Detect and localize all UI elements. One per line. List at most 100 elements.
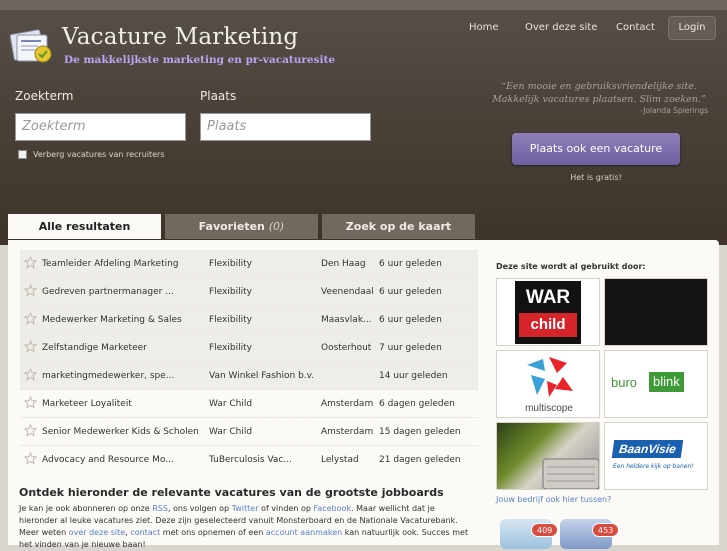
- client-logo-warchild[interactable]: WAR child: [496, 278, 600, 346]
- job-city: Den Haag: [321, 259, 366, 269]
- job-company: TuBerculosis Vac...: [209, 455, 292, 465]
- job-row[interactable]: Zelfstandige Marketeer Flexibility Ooste…: [20, 334, 478, 361]
- warchild-logo-word: WAR: [525, 287, 571, 308]
- favorites-count: (0): [268, 220, 285, 233]
- job-row[interactable]: marketingmedewerker, spe... Van Winkel F…: [20, 362, 478, 389]
- section-heading: Ontdek hieronder de relevante vacatures …: [19, 486, 444, 499]
- job-company: Flexibility: [209, 315, 252, 325]
- job-company: Flexibility: [209, 287, 252, 297]
- star-icon[interactable]: [24, 368, 37, 381]
- job-title[interactable]: Marketeer Loyaliteit: [42, 399, 132, 409]
- job-date: 6 uur geleden: [379, 259, 442, 269]
- job-city: Maasvlak...: [321, 315, 372, 325]
- job-company: Van Winkel Fashion b.v.: [209, 371, 315, 381]
- zoekterm-label: Zoekterm: [15, 89, 74, 103]
- facebook-link[interactable]: Facebook: [313, 504, 351, 513]
- star-icon[interactable]: [24, 312, 37, 325]
- blink-logo-word: blink: [649, 372, 684, 392]
- job-row[interactable]: Teamleider Afdeling Marketing Flexibilit…: [20, 250, 478, 277]
- rss-link[interactable]: RSS: [152, 504, 168, 513]
- client-photo-keyboard[interactable]: [496, 422, 600, 490]
- job-title[interactable]: Teamleider Afdeling Marketing: [42, 259, 179, 269]
- client-logo-dark[interactable]: [604, 278, 708, 346]
- tab-all-results[interactable]: Alle resultaten: [8, 214, 161, 239]
- job-company: War Child: [209, 427, 253, 437]
- para-text: met ons opnemen of een: [160, 528, 266, 537]
- top-strip: [0, 0, 727, 10]
- job-title[interactable]: Senior Medewerker Kids & Scholen: [42, 427, 199, 437]
- nav-contact[interactable]: Contact: [616, 22, 655, 33]
- site-subtitle: De makkelijkste marketing en pr-vacature…: [64, 54, 336, 66]
- job-row[interactable]: Marketeer Loyaliteit War Child Amsterdam…: [20, 390, 478, 417]
- job-title[interactable]: Gedreven partnermanager ...: [42, 287, 174, 297]
- job-city: Lelystad: [321, 455, 359, 465]
- job-city: Amsterdam: [321, 427, 374, 437]
- about-link[interactable]: over deze site: [69, 528, 126, 537]
- para-text: of vinden op: [258, 504, 314, 513]
- buro-logo-word: buro: [611, 375, 638, 390]
- client-logo-baanvisie[interactable]: BaanVisie Een heldere kijk op banen!: [604, 422, 708, 490]
- plaats-label: Plaats: [200, 89, 237, 103]
- place-vacancy-button[interactable]: Plaats ook een vacature: [512, 133, 680, 165]
- tab-favorites[interactable]: Favorieten (0): [165, 214, 318, 239]
- twitter-link[interactable]: Twitter: [232, 504, 259, 513]
- job-title[interactable]: marketingmedewerker, spe...: [42, 371, 174, 381]
- job-row[interactable]: Senior Medewerker Kids & Scholen War Chi…: [20, 418, 478, 445]
- job-title[interactable]: Medewerker Marketing & Sales: [42, 315, 182, 325]
- logo-icon[interactable]: [8, 26, 54, 66]
- keyboard-icon: [542, 458, 599, 489]
- multiscope-logo-word: multiscope: [525, 403, 573, 414]
- job-date: 6 uur geleden: [379, 287, 442, 297]
- job-city: Veenendaal: [321, 287, 374, 297]
- multiscope-logo-mark: [527, 357, 573, 397]
- baanvisie-logo-word: BaanVisie: [611, 440, 684, 458]
- job-row[interactable]: Advocacy and Resource Mo... TuBerculosis…: [20, 446, 478, 473]
- star-icon[interactable]: [24, 452, 37, 465]
- warchild-logo: WAR child: [515, 281, 581, 344]
- hide-recruiters-label: Verberg vacatures van recruiters: [33, 150, 165, 159]
- clients-title: Deze site wordt al gebruikt door:: [496, 262, 646, 271]
- star-icon[interactable]: [24, 256, 37, 269]
- job-date: 6 uur geleden: [379, 315, 442, 325]
- tab-favorites-label: Favorieten: [198, 220, 265, 233]
- clients-caption-link[interactable]: Jouw bedrijf ook hier tussen?: [496, 495, 611, 504]
- zoekterm-input[interactable]: Zoekterm: [15, 113, 186, 141]
- star-icon[interactable]: [24, 340, 37, 353]
- job-row[interactable]: Gedreven partnermanager ... Flexibility …: [20, 278, 478, 305]
- job-city: Oosterhout: [321, 343, 372, 353]
- site-title[interactable]: Vacature Marketing: [62, 24, 298, 50]
- baanvisie-tagline: Een heldere kijk op banen!: [613, 463, 694, 470]
- testimonial-author: -Jolanda Spierings: [640, 106, 708, 115]
- section-paragraph: Je kan je ook abonneren op onze RSS, ons…: [19, 503, 474, 551]
- job-company: Flexibility: [209, 259, 252, 269]
- job-city: Amsterdam: [321, 399, 374, 409]
- tab-map[interactable]: Zoek op de kaart: [322, 214, 475, 239]
- twitter-count-badge: 409: [531, 523, 559, 537]
- free-note: Het is gratis!: [570, 173, 622, 182]
- client-logo-buroblink[interactable]: buro blink: [604, 350, 708, 418]
- warchild-logo-sub: child: [519, 313, 577, 337]
- job-date: 14 uur geleden: [379, 371, 448, 381]
- login-button[interactable]: Login: [668, 16, 716, 40]
- nav-home[interactable]: Home: [469, 22, 499, 33]
- job-date: 15 dagen geleden: [379, 427, 461, 437]
- para-text: Je kan je ook abonneren op onze: [19, 504, 153, 513]
- star-icon[interactable]: [24, 396, 37, 409]
- star-icon[interactable]: [24, 284, 37, 297]
- facebook-count-badge: 453: [592, 523, 620, 537]
- job-date: 6 dagen geleden: [379, 399, 455, 409]
- nav-about[interactable]: Over deze site: [525, 22, 597, 33]
- job-title[interactable]: Advocacy and Resource Mo...: [42, 455, 174, 465]
- contact-link[interactable]: contact: [130, 528, 160, 537]
- plaats-input[interactable]: Plaats: [200, 113, 371, 141]
- job-title[interactable]: Zelfstandige Marketeer: [42, 343, 147, 353]
- hide-recruiters-checkbox[interactable]: [18, 150, 27, 159]
- job-date: 7 uur geleden: [379, 343, 442, 353]
- testimonial-quote: “Een mooie en gebruiksvriendelijke site.…: [492, 81, 706, 105]
- account-link[interactable]: account aanmaken: [266, 528, 342, 537]
- job-row[interactable]: Medewerker Marketing & Sales Flexibility…: [20, 306, 478, 333]
- star-icon[interactable]: [24, 424, 37, 437]
- job-date: 21 dagen geleden: [379, 455, 461, 465]
- para-text: , ons volgen op: [167, 504, 232, 513]
- client-logo-multiscope[interactable]: multiscope: [496, 350, 600, 418]
